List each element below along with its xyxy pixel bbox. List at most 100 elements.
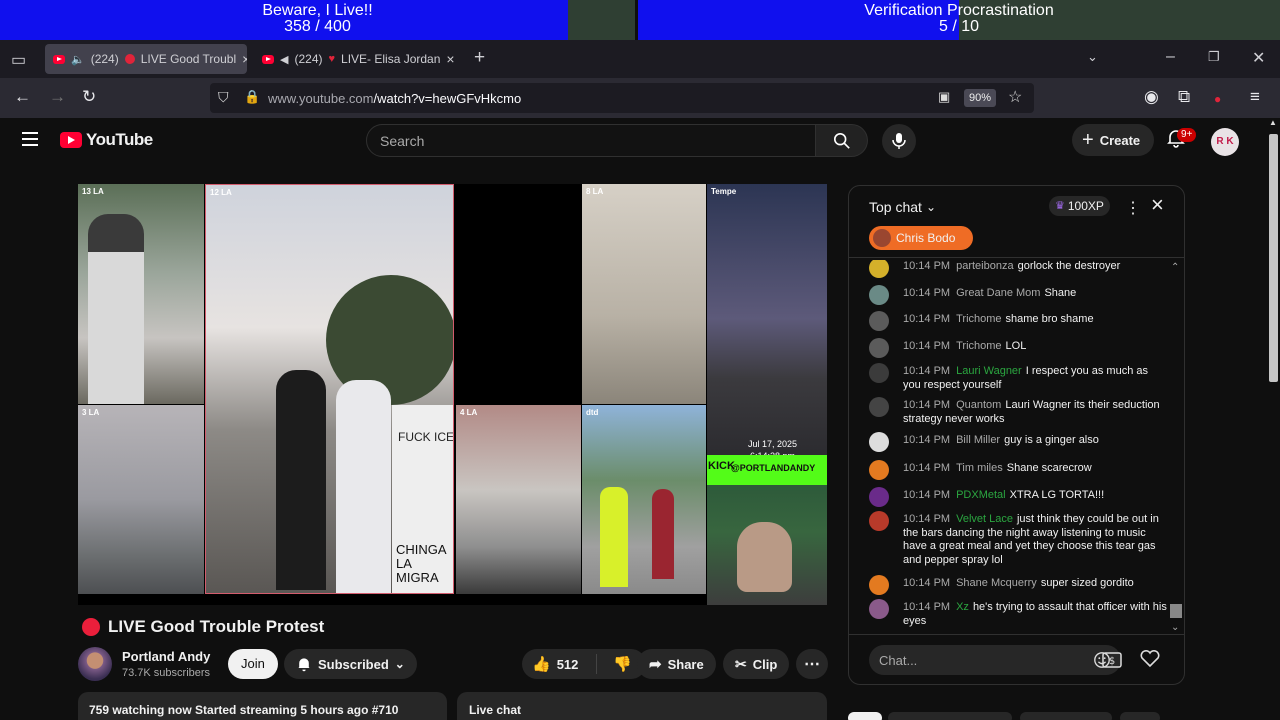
mute-icon[interactable]: ◀ xyxy=(280,53,288,66)
close-tab-icon[interactable]: × xyxy=(242,51,247,67)
restore-icon[interactable]: ❐ xyxy=(1208,49,1220,65)
chat-author-name[interactable]: Shane Mcquerry xyxy=(956,577,1037,589)
browser-nav-bar: ← → ↻ ⛉ 🔒 www.youtube.com/watch?v=hewGFv… xyxy=(0,78,1280,118)
filter-chip[interactable] xyxy=(848,712,882,720)
page-scrollbar[interactable]: ▲ xyxy=(1266,118,1280,720)
chat-author-avatar[interactable] xyxy=(869,575,889,595)
chat-scrollbar[interactable]: ⌃ ⌄ xyxy=(1169,262,1181,634)
chat-author-avatar[interactable] xyxy=(869,260,889,278)
dislike-button[interactable]: 👎 xyxy=(603,655,632,673)
chat-author-name[interactable]: Tim miles xyxy=(956,462,1003,474)
chat-author-avatar[interactable] xyxy=(869,338,889,358)
new-tab-button[interactable]: + xyxy=(474,47,485,69)
chat-author-name[interactable]: PDXMetal xyxy=(956,489,1006,501)
heart-icon[interactable] xyxy=(1139,647,1161,669)
user-avatar[interactable]: R K xyxy=(1211,128,1239,156)
video-player[interactable]: 13 LA FUCK ICE CHINGA LA MIGRA 12 LA 8 L… xyxy=(78,184,827,605)
extensions-icon[interactable]: ⧉ xyxy=(1178,86,1190,108)
chat-author-avatar[interactable] xyxy=(869,432,889,452)
filter-chip[interactable] xyxy=(888,712,1012,720)
url-host: www.youtube.com xyxy=(268,91,374,106)
back-arrow-icon[interactable]: ← xyxy=(14,86,31,108)
panel-tag: dtd xyxy=(586,408,599,417)
scroll-up-icon[interactable]: ⌃ xyxy=(1171,262,1179,273)
chat-message-text: LOL xyxy=(1005,340,1027,352)
chat-author-avatar[interactable] xyxy=(869,285,889,305)
filter-chip[interactable] xyxy=(1120,712,1160,720)
search-input[interactable] xyxy=(367,125,815,156)
search-button[interactable] xyxy=(816,124,868,157)
chat-author-avatar[interactable] xyxy=(869,460,889,480)
more-vertical-icon[interactable]: ⋮ xyxy=(1125,198,1141,218)
chat-author-name[interactable]: Lauri Wagner xyxy=(956,365,1022,377)
bell-icon xyxy=(298,658,310,672)
chat-author-avatar[interactable] xyxy=(869,599,889,619)
close-window-icon[interactable]: ✕ xyxy=(1252,48,1265,68)
forward-arrow-icon[interactable]: → xyxy=(49,86,66,108)
chat-author-name[interactable]: Quantom xyxy=(956,399,1001,411)
like-button[interactable]: 👍 512 xyxy=(522,654,597,674)
chat-author-avatar[interactable] xyxy=(869,487,889,507)
picture-icon[interactable]: ▣ xyxy=(938,89,950,105)
sign-text: CHINGA LA MIGRA xyxy=(396,542,446,585)
browser-tab-2[interactable]: ◀ (224) ♥ LIVE- Elisa Jordan × xyxy=(254,44,458,74)
tab-count: (224) xyxy=(90,52,119,66)
chevron-down-icon[interactable]: ⌄ xyxy=(1087,49,1098,65)
chevron-down-icon: ⌄ xyxy=(925,200,936,214)
chat-input[interactable] xyxy=(869,645,1083,675)
close-chat-icon[interactable]: × xyxy=(1151,194,1164,216)
reload-icon[interactable]: ↻ xyxy=(82,86,96,108)
subscribed-button[interactable]: Subscribed ⌄ xyxy=(284,649,417,679)
star-icon[interactable]: ☆ xyxy=(1008,87,1022,107)
chat-author-name[interactable]: Velvet Lace xyxy=(956,513,1013,525)
join-button[interactable]: Join xyxy=(228,649,278,679)
pinned-avatar xyxy=(873,229,891,247)
xp-badge[interactable]: ♛ 100XP xyxy=(1049,196,1110,216)
goal-bar-2-title: Verification Procrastination xyxy=(864,2,1054,19)
more-actions-button[interactable]: ⋯ xyxy=(796,649,828,679)
goal-bar-1: Beware, I Live!! 358 / 400 xyxy=(0,0,635,40)
scroll-down-icon[interactable]: ⌄ xyxy=(1171,622,1179,633)
lock-icon[interactable]: 🔒 xyxy=(244,89,260,105)
pinned-super-chat[interactable]: Chris Bodo xyxy=(869,226,974,250)
live-chat-replay-box[interactable]: Live chat xyxy=(457,692,827,720)
hamburger-menu-icon[interactable] xyxy=(22,132,38,146)
super-chat-icon[interactable]: $ xyxy=(1101,651,1123,669)
protest-sign-text: FUCK ICE xyxy=(398,430,454,444)
filter-chip[interactable] xyxy=(1020,712,1112,720)
channel-name[interactable]: Portland Andy xyxy=(122,649,210,664)
chat-author-avatar[interactable] xyxy=(869,363,889,383)
share-button[interactable]: ➦ Share xyxy=(637,649,716,679)
youtube-logo[interactable]: YouTube xyxy=(60,130,153,150)
minimize-icon[interactable]: – xyxy=(1166,48,1175,66)
tab-list-icon[interactable]: ▭ xyxy=(11,50,26,70)
chat-author-name[interactable]: parteibonza xyxy=(956,260,1014,272)
chat-author-avatar[interactable] xyxy=(869,397,889,417)
scroll-up-icon[interactable]: ▲ xyxy=(1269,118,1277,127)
speaker-icon[interactable]: 🔈 xyxy=(71,53,85,66)
chat-scroll-thumb[interactable] xyxy=(1170,604,1182,618)
menu-icon[interactable]: ≡ xyxy=(1250,86,1260,108)
zoom-level[interactable]: 90% xyxy=(964,89,997,107)
channel-avatar[interactable] xyxy=(78,647,112,681)
chat-author-name[interactable]: Xz xyxy=(956,601,969,613)
chat-author-name[interactable]: Great Dane Mom xyxy=(956,287,1040,299)
address-bar[interactable]: ⛉ 🔒 www.youtube.com/watch?v=hewGFvHkcmo … xyxy=(210,83,1034,113)
chat-author-name[interactable]: Trichome xyxy=(956,340,1001,352)
close-tab-icon[interactable]: × xyxy=(446,51,454,67)
chat-author-name[interactable]: Trichome xyxy=(956,313,1001,325)
create-button[interactable]: + Create xyxy=(1072,124,1155,156)
url-path: /watch?v=hewGFvHkcmo xyxy=(373,91,522,106)
browser-tab-1[interactable]: 🔈 (224) LIVE Good Troubl × xyxy=(45,44,247,74)
chat-mode-dropdown[interactable]: Top chat ⌄ xyxy=(869,199,936,215)
chat-author-avatar[interactable] xyxy=(869,511,889,531)
account-icon[interactable]: ◉ xyxy=(1144,86,1159,108)
voice-search-button[interactable] xyxy=(882,124,916,158)
page-scroll-thumb[interactable] xyxy=(1269,134,1278,382)
shield-icon[interactable]: ⛉ xyxy=(218,89,229,106)
description-box[interactable]: 759 watching now Started streaming 5 hou… xyxy=(78,692,447,720)
chat-author-name[interactable]: Bill Miller xyxy=(956,434,1000,446)
extension-red-icon[interactable]: ● xyxy=(1214,88,1221,110)
clip-button[interactable]: ✂ Clip xyxy=(723,649,790,679)
chat-author-avatar[interactable] xyxy=(869,311,889,331)
